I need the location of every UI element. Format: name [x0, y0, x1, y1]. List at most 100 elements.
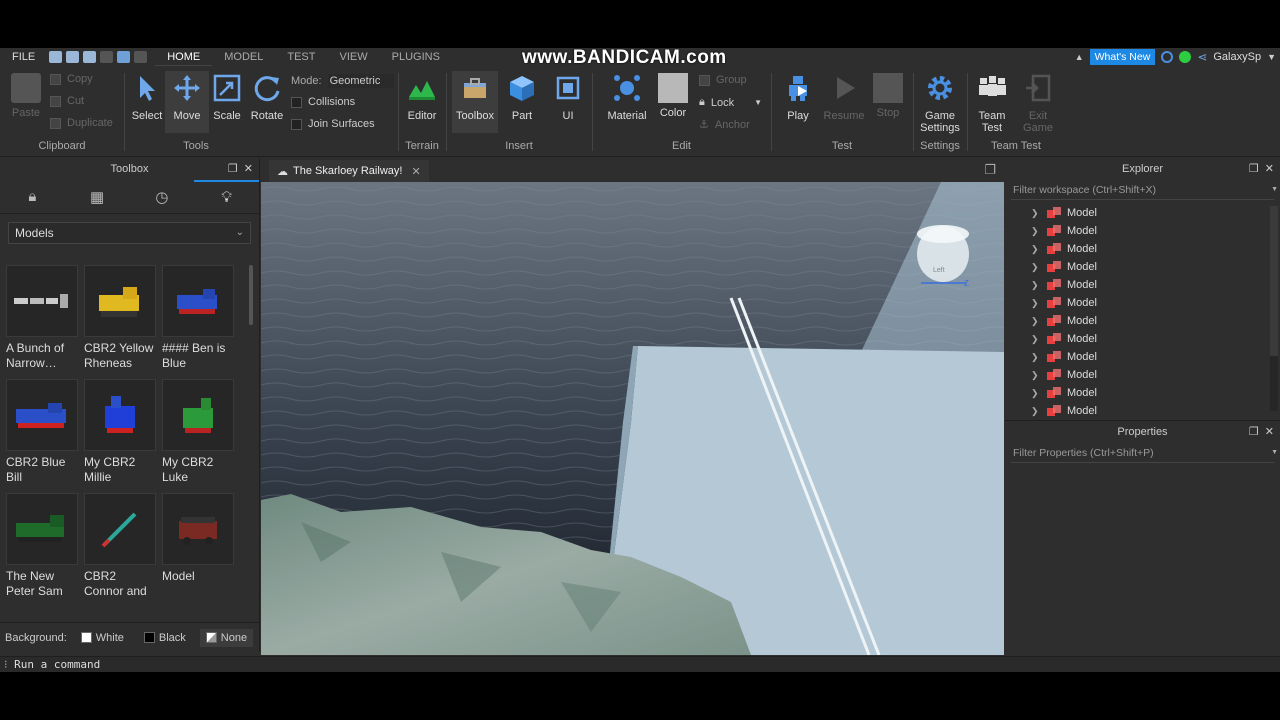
cut-button: Cut [50, 95, 84, 107]
model-card[interactable]: CBR2 Blue Bill [6, 379, 78, 485]
model-card[interactable]: A Bunch of Narrow… [6, 265, 78, 371]
resume-icon [837, 77, 855, 99]
part-button[interactable]: Part [500, 71, 544, 122]
help-icon[interactable] [1161, 51, 1174, 63]
save-icon[interactable] [83, 51, 97, 63]
join-surfaces-toggle[interactable]: Join Surfaces [291, 118, 375, 130]
scale-button[interactable]: Scale [205, 71, 249, 122]
tree-item[interactable]: ❯ Model [1005, 276, 1280, 294]
close-icon[interactable]: ✕ [411, 165, 420, 178]
explorer-scrollbar[interactable] [1270, 206, 1278, 411]
mode-selector[interactable]: Mode: Geometric ▼ [291, 74, 395, 88]
rotate-button[interactable]: Rotate [245, 71, 289, 122]
file-menu[interactable]: FILE [12, 51, 35, 63]
settings-label: Settings [920, 140, 960, 152]
team-test-button[interactable]: Team Test [970, 71, 1014, 134]
tab-test[interactable]: TEST [275, 48, 327, 66]
user-name[interactable]: GalaxySp [1213, 51, 1261, 63]
undock-icon[interactable]: ❐ [228, 163, 238, 175]
command-bar-input[interactable]: ⁝ Run a command [0, 656, 1280, 672]
tree-item[interactable]: ❯ Model [1005, 330, 1280, 348]
undo-icon[interactable] [117, 51, 131, 63]
bg-white-option[interactable]: White [75, 629, 130, 647]
tree-item[interactable]: ❯ Model [1005, 366, 1280, 384]
bg-black-option[interactable]: Black [138, 629, 192, 647]
creations-tab-bulb-icon[interactable]: 💡︎ [194, 180, 259, 213]
expand-arrow-icon: ❯ [1031, 351, 1039, 362]
model-card[interactable]: #### Ben is Blue [162, 265, 234, 371]
tree-item[interactable]: ❯ Model [1005, 402, 1280, 420]
model-thumbnail [162, 265, 234, 337]
model-card[interactable]: CBR2 Yellow Rheneas [84, 265, 156, 371]
recent-tab-clock-icon[interactable]: ◷ [130, 180, 195, 213]
scale-icon [213, 74, 241, 102]
toolbox-tabs: 🔒︎ ▦ ◷ 💡︎ [0, 180, 259, 214]
tab-model[interactable]: MODEL [212, 48, 275, 66]
undock-icon[interactable]: ❐ [1249, 426, 1259, 438]
3d-viewport[interactable]: Left Z [261, 182, 1004, 655]
tab-view[interactable]: VIEW [327, 48, 379, 66]
tree-item[interactable]: ❯ Model [1005, 312, 1280, 330]
model-card[interactable]: My CBR2 Luke [162, 379, 234, 485]
document-tabbar: ☁ The Skarloey Railway! ✕ ❐ [261, 158, 1004, 182]
group-button: Group [699, 74, 747, 86]
duplicate-button: Duplicate [50, 117, 113, 129]
game-settings-button[interactable]: Game Settings [918, 71, 962, 134]
model-card[interactable]: The New Peter Sam [6, 493, 78, 599]
inventory-tab-lock-icon[interactable]: 🔒︎ [0, 180, 65, 213]
close-icon[interactable]: ✕ [1265, 426, 1274, 438]
expand-arrow-icon: ❯ [1031, 261, 1039, 272]
tree-item[interactable]: ❯ Model [1005, 294, 1280, 312]
tree-item[interactable]: ❯ Model [1005, 204, 1280, 222]
chevron-up-icon[interactable]: ▲ [1075, 52, 1084, 62]
scene-render[interactable]: Left Z [261, 182, 1004, 655]
tab-home[interactable]: HOME [155, 48, 213, 66]
whats-new-button[interactable]: What's New [1089, 49, 1156, 65]
exit-game-button: Exit Game [1016, 71, 1060, 134]
split-view-icon[interactable]: ❐ [984, 162, 996, 178]
chevron-down-icon: ⌄ [235, 227, 244, 238]
play-button[interactable]: Play [776, 71, 820, 122]
tree-item[interactable]: ❯ Model [1005, 258, 1280, 276]
collisions-checkbox [291, 96, 302, 108]
tree-item[interactable]: ❯ Model [1005, 384, 1280, 402]
explorer-filter-input[interactable]: Filter workspace (Ctrl+Shift+X) ▼ [1011, 180, 1278, 200]
share-icon[interactable]: ⋖ [1197, 50, 1207, 64]
marketplace-tab-grid-icon[interactable]: ▦ [65, 180, 130, 213]
tree-item[interactable]: ❯ Model [1005, 222, 1280, 240]
test-label: Test [831, 140, 853, 152]
open-file-icon[interactable] [66, 51, 80, 63]
model-card[interactable]: My CBR2 Millie [84, 379, 156, 485]
mode-dropdown[interactable]: Geometric [327, 74, 395, 88]
tree-item[interactable]: ❯ Model [1005, 348, 1280, 366]
copy-button: Copy [50, 73, 93, 85]
category-dropdown[interactable]: Models ⌄ [8, 222, 251, 244]
model-thumbnail [6, 493, 78, 565]
properties-filter-input[interactable]: Filter Properties (Ctrl+Shift+P) ▼ [1011, 443, 1278, 463]
tree-item[interactable]: ❯ Model [1005, 240, 1280, 258]
bg-none-option[interactable]: None [199, 628, 254, 647]
material-button[interactable]: Material [605, 71, 649, 122]
expand-arrow-icon: ❯ [1031, 279, 1039, 290]
close-icon[interactable]: ✕ [1265, 163, 1274, 175]
chevron-down-icon[interactable]: ▼ [1267, 52, 1276, 62]
undock-icon[interactable]: ❐ [1249, 163, 1259, 175]
model-card[interactable]: CBR2 Connor and [84, 493, 156, 599]
model-card[interactable]: Model [162, 493, 234, 599]
color-button[interactable]: Color [651, 71, 695, 119]
close-icon[interactable]: ✕ [244, 163, 253, 175]
toolbox-button[interactable]: Toolbox [452, 71, 498, 133]
move-button[interactable]: Move [165, 71, 209, 133]
new-file-icon[interactable] [49, 51, 63, 63]
model-thumbnail [84, 379, 156, 451]
tab-plugins[interactable]: PLUGINS [380, 48, 452, 66]
select-button[interactable]: Select [125, 71, 169, 122]
team-test-group: Team Test Exit Game Team Test [968, 69, 1064, 155]
terrain-editor-button[interactable]: Editor [400, 71, 444, 122]
document-tab[interactable]: ☁ The Skarloey Railway! ✕ [269, 160, 429, 182]
expand-arrow-icon: ❯ [1031, 243, 1039, 254]
lock-button[interactable]: 🔒︎ Lock ▼ [699, 96, 762, 109]
toolbox-scrollbar[interactable] [249, 265, 253, 325]
ui-button[interactable]: UI [546, 71, 590, 122]
collisions-toggle[interactable]: Collisions [291, 96, 355, 108]
